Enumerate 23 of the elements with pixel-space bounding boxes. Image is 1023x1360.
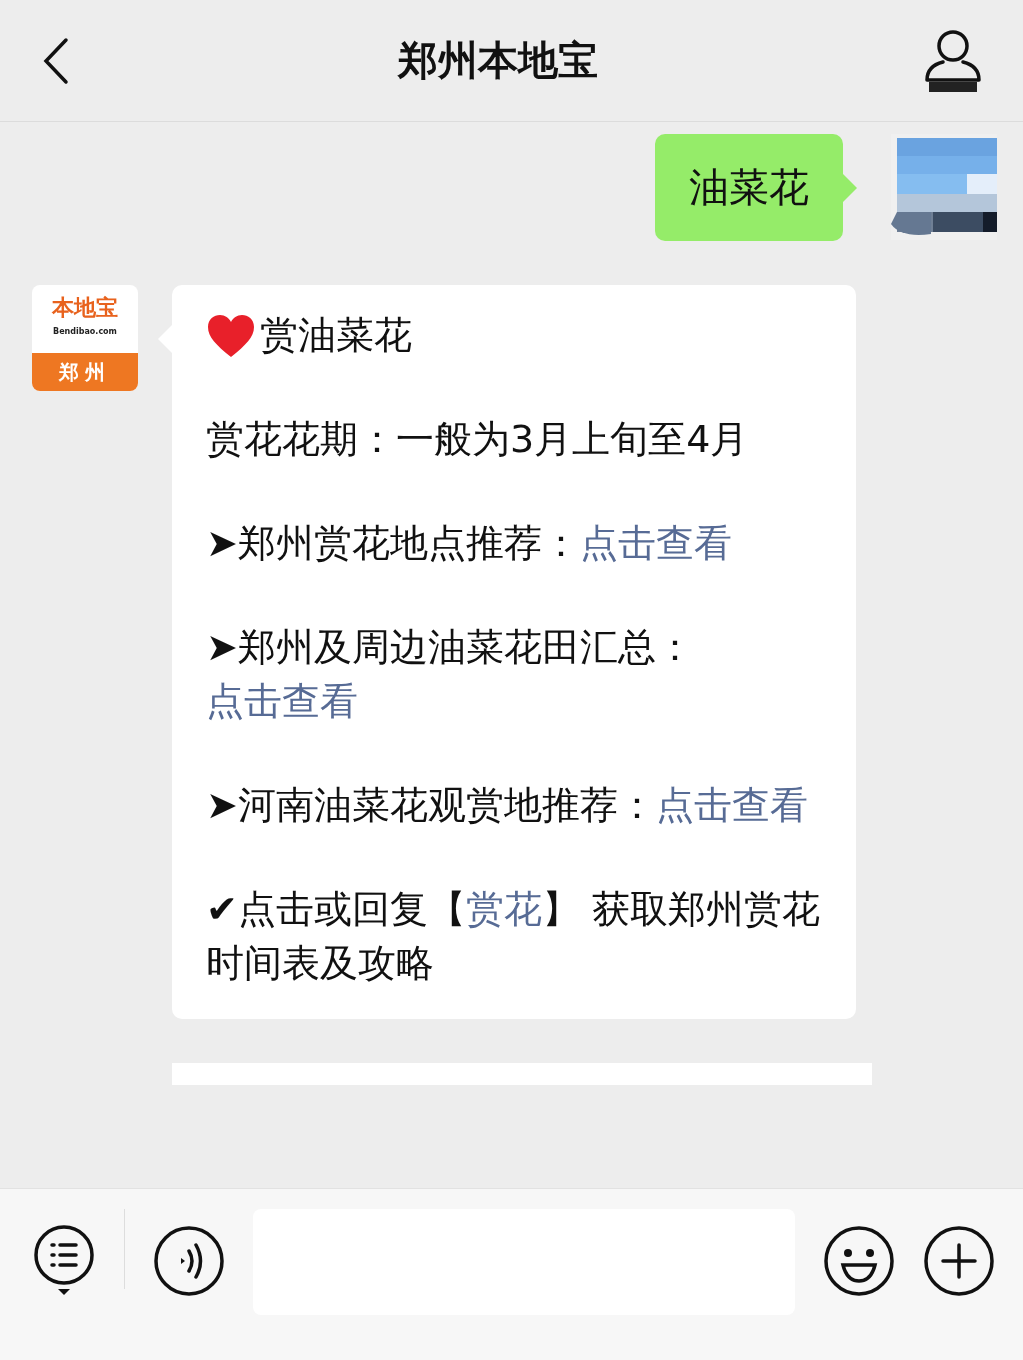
link[interactable]: 赏花 — [465, 886, 542, 931]
message-paragraph: ➤郑州赏花地点推荐：点击查看 — [206, 519, 733, 567]
window-title: 郑州本地宝 — [397, 36, 598, 85]
plus-icon[interactable] — [923, 1225, 995, 1297]
menu-icon[interactable] — [32, 1225, 96, 1297]
logo-text: Bendibao.com — [52, 327, 118, 336]
link[interactable]: 点击查看 — [579, 520, 732, 565]
person-icon[interactable] — [923, 27, 983, 94]
message-paragraph: ➤郑州及周边油菜花田汇总： 点击查看 — [206, 623, 695, 725]
link[interactable]: 点击查看 — [206, 678, 358, 723]
voice-icon[interactable] — [153, 1225, 225, 1297]
message-title: 赏油菜花 — [260, 312, 412, 359]
heart-icon — [206, 312, 256, 359]
message-paragraph: ✔点击或回复【赏花】 获取郑州赏花时间表及攻略 — [206, 885, 820, 987]
emoji-icon[interactable] — [823, 1225, 895, 1297]
link[interactable]: 点击查看 — [655, 782, 808, 827]
logo-text: 本地宝 — [51, 294, 119, 319]
bubble-tail — [843, 174, 857, 202]
message-paragraph: ➤河南油菜花观赏地推荐：点击查看 — [206, 781, 809, 829]
message-paragraph: 赏花花期：一般为3月上旬至4月 — [206, 415, 750, 463]
logo-text: 郑州 — [32, 353, 138, 391]
account-logo[interactable]: 本地宝 Bendibao.com 郑州 — [32, 285, 138, 391]
message-bubble: 油菜花 — [655, 134, 843, 241]
